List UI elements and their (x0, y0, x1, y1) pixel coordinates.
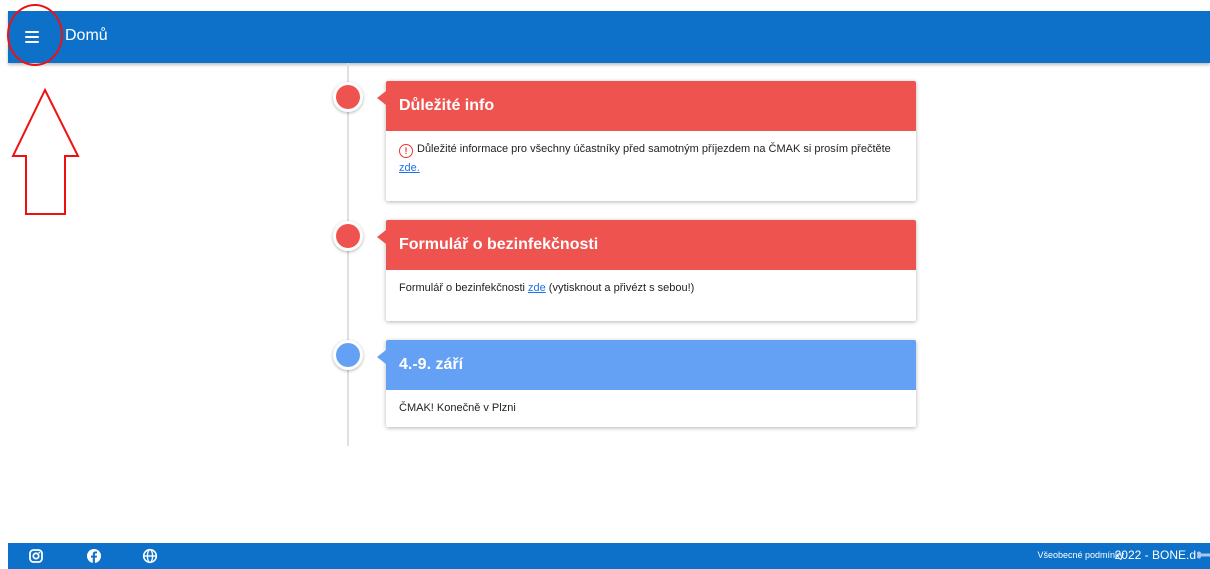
timeline-card-form: Formulář o bezinfekčnosti Formulář o bez… (377, 220, 916, 321)
card-body: Formulář o bezinfekčnosti zde (vytisknou… (386, 270, 916, 307)
timeline-dot (333, 340, 363, 370)
instagram-icon[interactable] (28, 548, 44, 564)
warning-circle-icon: ! (399, 144, 413, 158)
timeline-card-dates: 4.-9. září ČMAK! Konečně v Plzni (377, 340, 916, 427)
timeline-card-important: Důležité info ! Důležité informace pro vš… (377, 81, 916, 201)
card-text: Důležité informace pro všechny účastníky… (417, 143, 891, 155)
terms-link[interactable]: Všeobecné podmínky (1037, 550, 1124, 560)
annotation-circle (7, 4, 63, 66)
card-body: ČMAK! Konečně v Plzni (386, 390, 916, 427)
copyright-text: 2022 - BONE.d (1114, 548, 1196, 562)
bone-icon (1197, 551, 1210, 559)
card-header: 4.-9. září (377, 340, 916, 390)
card-header: Důležité info (377, 81, 916, 131)
facebook-icon[interactable] (86, 548, 102, 564)
timeline-line (347, 63, 349, 446)
card-title: Důležité info (399, 97, 495, 114)
card-header: Formulář o bezinfekčnosti (377, 220, 916, 270)
card-body: ! Důležité informace pro všechny účastník… (386, 131, 916, 187)
card-text: ČMAK! Konečně v Plzni (399, 402, 516, 414)
info-link[interactable]: zde. (399, 162, 420, 174)
timeline-dot (333, 82, 363, 112)
page-title: Domů (65, 27, 108, 44)
timeline-dot (333, 221, 363, 251)
card-title: 4.-9. září (399, 356, 464, 373)
card-text: Formulář o bezinfekčnosti (399, 282, 528, 294)
card-text-after: (vytisknout a přivézt s sebou!) (545, 282, 695, 294)
card-title: Formulář o bezinfekčnosti (399, 236, 599, 253)
form-link[interactable]: zde (528, 282, 546, 294)
top-app-bar: Domů (8, 11, 1210, 63)
globe-icon[interactable] (142, 548, 158, 564)
footer-bar: Všeobecné podmínky 2022 - BONE.d (8, 543, 1210, 569)
annotation-arrow-icon (11, 88, 80, 215)
